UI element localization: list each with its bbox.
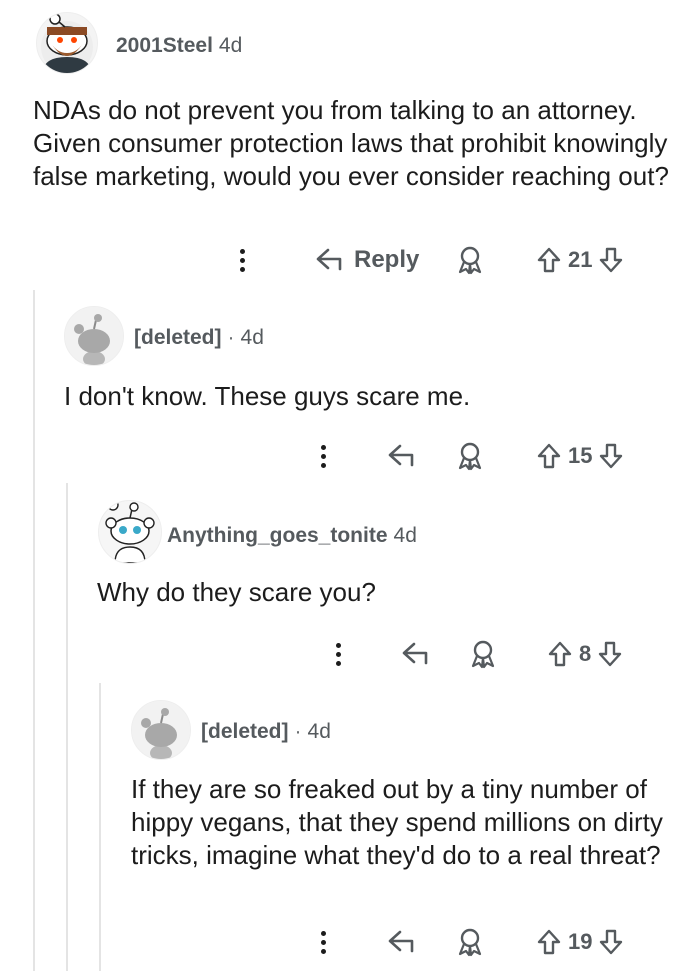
upvote-arrow-icon[interactable] (536, 246, 562, 274)
comment-age: 4d (218, 34, 243, 57)
comment-actions: 8 (0, 634, 700, 674)
downvote-arrow-icon[interactable] (598, 246, 624, 274)
award-icon (458, 442, 482, 471)
more-options-icon[interactable] (333, 634, 343, 674)
comment-meta: [deleted] · 4d (134, 326, 264, 350)
username[interactable]: Anything_goes_tonite (167, 524, 388, 548)
award-button[interactable] (468, 634, 498, 674)
vote-count: 21 (568, 247, 593, 272)
reply-button[interactable] (386, 436, 416, 476)
reply-button[interactable] (400, 634, 430, 674)
username[interactable]: [deleted] (134, 326, 222, 350)
reply-arrow-icon (316, 248, 342, 271)
upvote-arrow-icon[interactable] (547, 640, 573, 668)
vote-controls: 8 (547, 634, 623, 674)
comment-body: I don't know. These guys scare me. (64, 381, 471, 411)
comment-body: NDAs do not prevent you from talking to … (33, 95, 669, 191)
snoo-avatar-icon[interactable] (98, 500, 162, 564)
vote-count: 8 (579, 641, 592, 666)
more-options-icon[interactable] (318, 922, 328, 962)
award-icon (471, 640, 495, 669)
reply-arrow-icon (388, 930, 414, 953)
downvote-arrow-icon[interactable] (597, 640, 623, 668)
award-icon (458, 928, 482, 957)
vote-count: 15 (568, 443, 593, 468)
reply-button[interactable]: Reply (314, 240, 419, 280)
snoo-grey-avatar-icon[interactable] (131, 700, 191, 760)
downvote-arrow-icon[interactable] (598, 442, 624, 470)
comment-age: 4d (307, 720, 331, 743)
thread-line-level-1[interactable] (33, 290, 35, 971)
award-button[interactable] (455, 436, 485, 476)
vote-count: 19 (568, 929, 593, 954)
more-options-icon[interactable] (318, 436, 328, 476)
downvote-arrow-icon[interactable] (598, 928, 624, 956)
comment-body: Why do they scare you? (97, 577, 376, 607)
vote-controls: 15 (536, 436, 624, 476)
meta-separator: · (227, 326, 235, 349)
reply-label: Reply (354, 246, 420, 273)
comment-meta: 2001Steel 4d (116, 34, 242, 58)
comment-meta: [deleted] · 4d (201, 720, 331, 744)
comment-meta: Anything_goes_tonite 4d (167, 524, 417, 548)
award-button[interactable] (455, 240, 485, 280)
upvote-arrow-icon[interactable] (536, 928, 562, 956)
award-button[interactable] (455, 922, 485, 962)
meta-separator: · (294, 720, 302, 743)
reply-arrow-icon (388, 444, 414, 467)
username[interactable]: [deleted] (201, 720, 289, 744)
snoo-bearded-avatar-icon[interactable] (36, 12, 98, 74)
comment-actions: 19 (0, 922, 700, 962)
award-icon (458, 246, 482, 275)
reply-button[interactable] (386, 922, 416, 962)
snoo-grey-avatar-icon[interactable] (64, 306, 124, 366)
more-options-icon[interactable] (237, 240, 247, 280)
comment-actions: Reply 21 (0, 240, 700, 280)
reply-arrow-icon (402, 642, 428, 665)
comment-age: 4d (240, 326, 264, 349)
comment-body: If they are so freaked out by a tiny num… (131, 774, 663, 870)
vote-controls: 21 (536, 240, 624, 280)
comment-age: 4d (393, 524, 417, 547)
vote-controls: 19 (536, 922, 624, 962)
comment-actions: 15 (0, 436, 700, 476)
thread-line-level-2[interactable] (66, 483, 68, 971)
username[interactable]: 2001Steel (116, 34, 213, 58)
upvote-arrow-icon[interactable] (536, 442, 562, 470)
